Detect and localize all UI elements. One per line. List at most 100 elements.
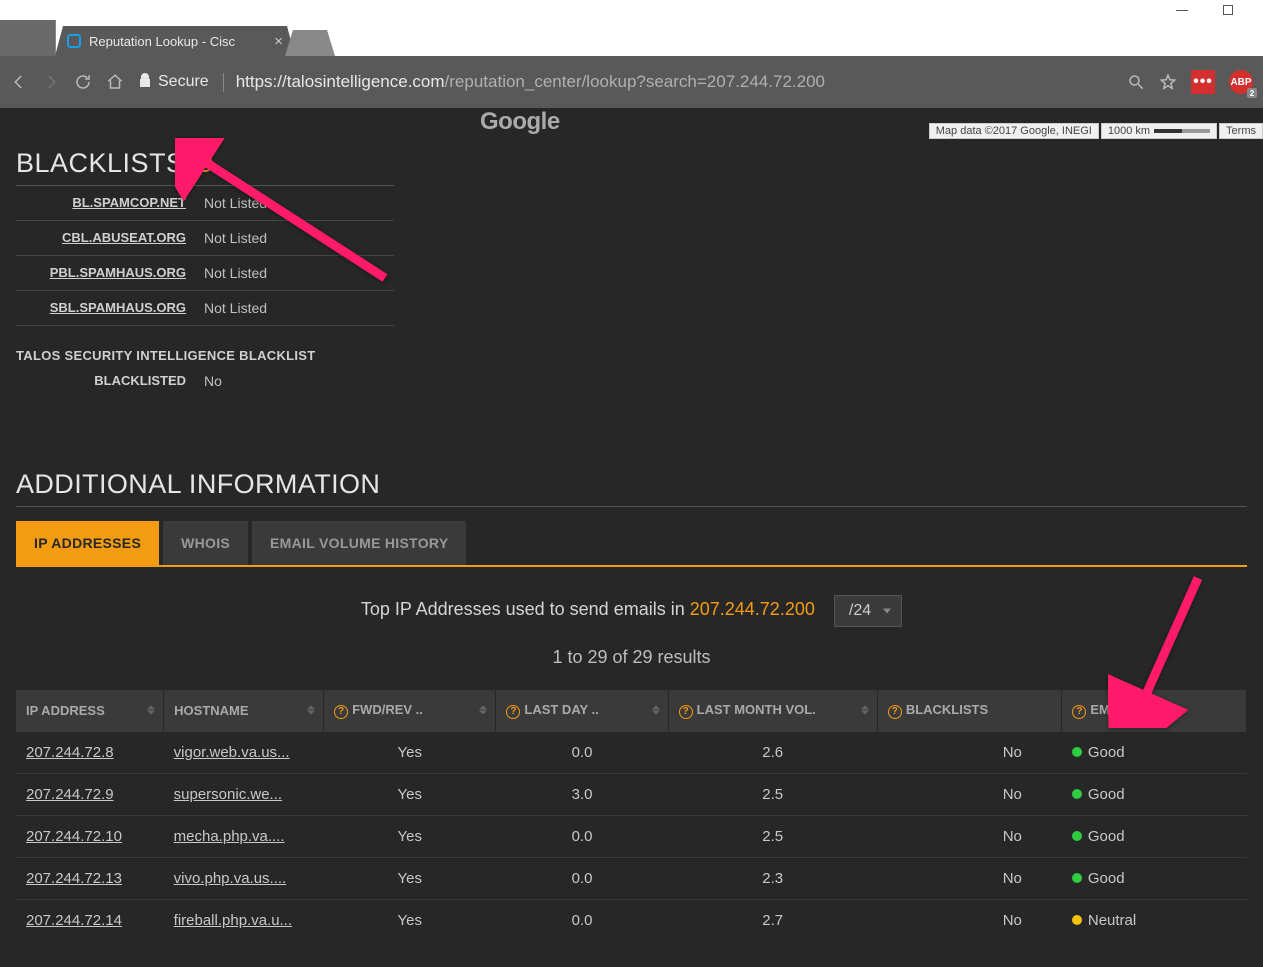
google-wordmark: Google <box>480 108 560 136</box>
forward-button[interactable] <box>42 73 60 91</box>
table-cell: 2.5 <box>668 773 877 815</box>
secure-label: Secure <box>158 73 209 91</box>
reputation-cell: Good <box>1062 857 1247 899</box>
browser-tab[interactable]: Reputation Lookup - Cisc × <box>55 26 295 56</box>
incognito-indicator <box>0 20 56 56</box>
table-cell[interactable]: supersonic.we... <box>164 773 324 815</box>
minimize-icon[interactable] <box>1176 10 1188 11</box>
talos-blacklist-label: BLACKLISTED <box>16 373 204 389</box>
blacklist-label[interactable]: PBL.SPAMHAUS.ORG <box>16 265 204 281</box>
blacklist-label[interactable]: CBL.ABUSEAT.ORG <box>16 230 204 246</box>
help-icon[interactable]: ? <box>679 705 693 719</box>
tab-favicon-icon <box>67 34 81 48</box>
result-count: 1 to 29 of 29 results <box>16 647 1247 668</box>
tab-close-icon[interactable]: × <box>274 33 283 50</box>
tab-whois[interactable]: WHOIS <box>163 521 248 565</box>
table-cell[interactable]: 207.244.72.13 <box>16 857 164 899</box>
home-button[interactable] <box>106 73 124 91</box>
table-row: 207.244.72.9supersonic.we...Yes3.02.5NoG… <box>16 773 1247 815</box>
table-cell: No <box>877 899 1062 941</box>
bookmark-star-icon[interactable] <box>1159 73 1177 91</box>
table-cell[interactable]: vivo.php.va.us.... <box>164 857 324 899</box>
table-row: 207.244.72.10mecha.php.va....Yes0.02.5No… <box>16 815 1247 857</box>
tab-ip-addresses[interactable]: IP ADDRESSES <box>16 521 159 565</box>
cidr-select[interactable]: /24 <box>834 595 902 627</box>
help-icon[interactable]: ? <box>334 705 348 719</box>
table-cell: 2.5 <box>668 815 877 857</box>
column-header[interactable]: ?EMAIL REP. <box>1062 690 1247 731</box>
table-cell[interactable]: 207.244.72.10 <box>16 815 164 857</box>
reputation-dot-icon <box>1072 747 1082 757</box>
tab-title: Reputation Lookup - Cisc <box>89 34 235 49</box>
table-cell: 2.7 <box>668 899 877 941</box>
column-header[interactable]: ?BLACKLISTS <box>877 690 1062 731</box>
map-scale: 1000 km <box>1101 123 1217 139</box>
table-cell[interactable]: 207.244.72.9 <box>16 773 164 815</box>
blacklist-row: SBL.SPAMHAUS.ORGNot Listed <box>16 291 394 326</box>
table-cell: No <box>877 857 1062 899</box>
maximize-icon[interactable] <box>1223 5 1233 15</box>
secure-indicator[interactable]: Secure <box>138 73 224 92</box>
blacklist-label[interactable]: SBL.SPAMHAUS.ORG <box>16 300 204 316</box>
nav-bar: Secure https://talosintelligence.com/rep… <box>0 56 1263 108</box>
table-cell: Yes <box>324 773 496 815</box>
browser-chrome: Reputation Lookup - Cisc × Secure https:… <box>0 0 1263 108</box>
talos-blacklist-row: BLACKLISTED No <box>16 363 394 399</box>
url-text: https://talosintelligence.com/reputation… <box>236 72 825 92</box>
reputation-cell: Neutral <box>1062 899 1247 941</box>
table-cell[interactable]: mecha.php.va.... <box>164 815 324 857</box>
help-icon[interactable]: ? <box>506 705 520 719</box>
sort-icon[interactable] <box>652 706 660 715</box>
address-bar[interactable]: Secure https://talosintelligence.com/rep… <box>138 67 1113 97</box>
tab-email-volume-history[interactable]: EMAIL VOLUME HISTORY <box>252 521 466 565</box>
back-button[interactable] <box>10 73 28 91</box>
column-header[interactable]: ?LAST MONTH VOL. <box>668 690 877 731</box>
help-icon[interactable]: ? <box>1072 705 1086 719</box>
sort-icon[interactable] <box>307 706 315 715</box>
blacklist-value: Not Listed <box>204 265 267 281</box>
ip-description: Top IP Addresses used to send emails in … <box>16 595 1247 627</box>
help-icon[interactable]: ? <box>888 705 902 719</box>
abp-extension-icon[interactable]: ABP2 <box>1229 70 1253 94</box>
table-cell[interactable]: fireball.php.va.u... <box>164 899 324 941</box>
lastpass-extension-icon[interactable]: ••• <box>1191 70 1215 94</box>
table-cell: 2.3 <box>668 857 877 899</box>
info-tabs: IP ADDRESSESWHOISEMAIL VOLUME HISTORY <box>16 521 1247 567</box>
blacklist-label[interactable]: BL.SPAMCOP.NET <box>16 195 204 211</box>
table-cell: Yes <box>324 899 496 941</box>
table-cell[interactable]: 207.244.72.8 <box>16 731 164 773</box>
map-terms-link[interactable]: Terms <box>1219 123 1263 139</box>
column-header[interactable]: IP ADDRESS <box>16 690 164 731</box>
reputation-dot-icon <box>1072 831 1082 841</box>
new-tab-button[interactable] <box>285 30 335 56</box>
table-row: 207.244.72.14fireball.php.va.u...Yes0.02… <box>16 899 1247 941</box>
reputation-cell: Good <box>1062 731 1247 773</box>
table-cell: 0.0 <box>496 857 668 899</box>
blacklist-row: CBL.ABUSEAT.ORGNot Listed <box>16 221 394 256</box>
blacklist-row: PBL.SPAMHAUS.ORGNot Listed <box>16 256 394 291</box>
search-icon[interactable] <box>1127 73 1145 91</box>
page-content: Google Map data ©2017 Google, INEGI 1000… <box>0 108 1263 967</box>
reputation-dot-icon <box>1072 915 1082 925</box>
abp-badge: 2 <box>1247 88 1257 98</box>
blacklist-value: Not Listed <box>204 300 267 316</box>
additional-info-section: ADDITIONAL INFORMATION IP ADDRESSESWHOIS… <box>0 399 1263 941</box>
help-icon[interactable]: ? <box>197 156 213 172</box>
blacklist-value: Not Listed <box>204 195 267 211</box>
table-cell: 0.0 <box>496 815 668 857</box>
reload-button[interactable] <box>74 73 92 91</box>
column-header[interactable]: HOSTNAME <box>164 690 324 731</box>
column-header[interactable]: ?FWD/REV .. <box>324 690 496 731</box>
table-row: 207.244.72.13vivo.php.va.us....Yes0.02.3… <box>16 857 1247 899</box>
sort-icon[interactable] <box>861 706 869 715</box>
ip-table: IP ADDRESSHOSTNAME?FWD/REV ..?LAST DAY .… <box>16 690 1247 941</box>
sort-icon[interactable] <box>147 706 155 715</box>
table-cell: Yes <box>324 815 496 857</box>
map-footer: Map data ©2017 Google, INEGI 1000 km Ter… <box>929 123 1263 139</box>
sort-icon[interactable] <box>479 706 487 715</box>
table-cell[interactable]: 207.244.72.14 <box>16 899 164 941</box>
table-cell[interactable]: vigor.web.va.us... <box>164 731 324 773</box>
table-cell: 0.0 <box>496 731 668 773</box>
column-header[interactable]: ?LAST DAY .. <box>496 690 668 731</box>
map-strip: Google Map data ©2017 Google, INEGI 1000… <box>0 108 1263 138</box>
